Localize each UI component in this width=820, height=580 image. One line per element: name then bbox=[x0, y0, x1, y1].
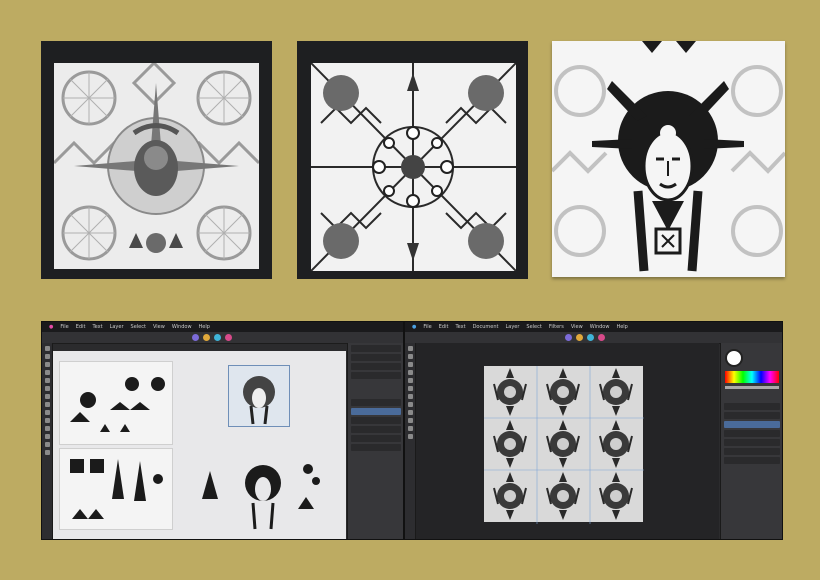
menu-item[interactable]: Select bbox=[526, 324, 541, 330]
tools-panel bbox=[405, 343, 416, 539]
layer-row[interactable] bbox=[724, 430, 780, 437]
layer-row-selected[interactable] bbox=[724, 421, 780, 428]
menu-item[interactable]: Select bbox=[131, 324, 146, 330]
panel-row[interactable] bbox=[351, 372, 401, 379]
tool-icon[interactable] bbox=[407, 378, 413, 383]
mask-thumbnail-icon bbox=[243, 376, 275, 425]
menu-bar: ● File Edit Text Layer Select View Windo… bbox=[42, 322, 403, 332]
layer-row[interactable] bbox=[724, 457, 780, 464]
layer-row[interactable] bbox=[724, 448, 780, 455]
layer-row[interactable] bbox=[351, 435, 401, 442]
artwork-tile-1[interactable] bbox=[41, 41, 272, 279]
color-layers-panel bbox=[720, 343, 782, 539]
tool-icon[interactable] bbox=[407, 434, 413, 439]
sketch-sheet[interactable] bbox=[59, 448, 173, 530]
menu-item[interactable]: Window bbox=[172, 324, 192, 330]
tool-icon[interactable] bbox=[44, 442, 50, 447]
persona-icon[interactable] bbox=[214, 334, 221, 341]
sketch-sheet[interactable] bbox=[59, 361, 173, 445]
panel-row[interactable] bbox=[351, 345, 401, 352]
menu-bar: ● File Edit Text Document Layer Select F… bbox=[405, 322, 782, 332]
menu-item[interactable]: Help bbox=[616, 324, 627, 330]
pattern-preview[interactable] bbox=[228, 365, 290, 427]
tools-panel bbox=[42, 343, 53, 539]
opacity-slider[interactable] bbox=[725, 386, 779, 389]
tool-icon[interactable] bbox=[407, 346, 413, 351]
color-spectrum[interactable] bbox=[725, 371, 779, 383]
app-logo-icon: ● bbox=[412, 324, 417, 330]
layer-row[interactable] bbox=[351, 444, 401, 451]
menu-item[interactable]: View bbox=[571, 324, 583, 330]
menu-item[interactable]: View bbox=[153, 324, 165, 330]
tool-icon[interactable] bbox=[44, 394, 50, 399]
tool-icon[interactable] bbox=[407, 402, 413, 407]
menu-item[interactable]: Edit bbox=[439, 324, 449, 330]
panel-row[interactable] bbox=[351, 399, 401, 406]
mask-figure-icon bbox=[552, 41, 785, 272]
tool-icon[interactable] bbox=[44, 402, 50, 407]
tool-icon[interactable] bbox=[407, 418, 413, 423]
tool-icon[interactable] bbox=[44, 434, 50, 439]
layer-row[interactable] bbox=[351, 426, 401, 433]
menu-item[interactable]: File bbox=[60, 324, 68, 330]
persona-icon[interactable] bbox=[576, 334, 583, 341]
artwork-tile-2[interactable] bbox=[297, 41, 528, 279]
tool-icon[interactable] bbox=[44, 362, 50, 367]
persona-icon[interactable] bbox=[203, 334, 210, 341]
design-app-screenshot-left[interactable]: ● File Edit Text Layer Select View Windo… bbox=[41, 321, 404, 540]
tool-icon[interactable] bbox=[44, 426, 50, 431]
layer-row-selected[interactable] bbox=[351, 408, 401, 415]
tool-icon[interactable] bbox=[44, 410, 50, 415]
tool-icon[interactable] bbox=[407, 426, 413, 431]
mask-elements-icon bbox=[202, 464, 320, 530]
tiled-pattern-icon bbox=[484, 366, 644, 524]
design-app-screenshot-right[interactable]: ● File Edit Text Document Layer Select F… bbox=[404, 321, 783, 540]
sketch-icon bbox=[70, 377, 165, 432]
tool-icon[interactable] bbox=[44, 378, 50, 383]
layers-panel bbox=[347, 343, 403, 539]
kaleidoscope-icon bbox=[311, 63, 516, 271]
panel-row[interactable] bbox=[351, 354, 401, 361]
tool-icon[interactable] bbox=[407, 386, 413, 391]
menu-item[interactable]: Text bbox=[455, 324, 465, 330]
persona-icon[interactable] bbox=[192, 334, 199, 341]
layer-row[interactable] bbox=[724, 403, 780, 410]
menu-item[interactable]: File bbox=[423, 324, 431, 330]
menu-item[interactable]: Window bbox=[590, 324, 610, 330]
tool-icon[interactable] bbox=[44, 370, 50, 375]
color-wheel[interactable] bbox=[725, 349, 743, 367]
layer-row[interactable] bbox=[724, 412, 780, 419]
tool-icon[interactable] bbox=[407, 394, 413, 399]
sun-mask-icon bbox=[54, 63, 259, 269]
sketch-icon bbox=[70, 459, 163, 519]
tool-icon[interactable] bbox=[44, 418, 50, 423]
persona-icon[interactable] bbox=[587, 334, 594, 341]
tool-icon[interactable] bbox=[44, 386, 50, 391]
tool-icon[interactable] bbox=[407, 370, 413, 375]
panel-row[interactable] bbox=[351, 363, 401, 370]
tool-icon[interactable] bbox=[44, 450, 50, 455]
menu-item[interactable]: Document bbox=[473, 324, 499, 330]
tool-icon[interactable] bbox=[407, 354, 413, 359]
menu-item[interactable]: Layer bbox=[505, 324, 519, 330]
persona-icon[interactable] bbox=[565, 334, 572, 341]
persona-icon[interactable] bbox=[598, 334, 605, 341]
layer-row[interactable] bbox=[724, 439, 780, 446]
artwork-tile-3[interactable] bbox=[552, 41, 785, 277]
tool-icon[interactable] bbox=[44, 354, 50, 359]
menu-item[interactable]: Help bbox=[199, 324, 210, 330]
menu-item[interactable]: Layer bbox=[110, 324, 124, 330]
tool-icon[interactable] bbox=[407, 410, 413, 415]
app-logo-icon: ● bbox=[49, 324, 54, 330]
tool-icon[interactable] bbox=[407, 362, 413, 367]
persona-icon[interactable] bbox=[225, 334, 232, 341]
menu-item[interactable]: Filters bbox=[549, 324, 564, 330]
layer-row[interactable] bbox=[351, 417, 401, 424]
menu-item[interactable]: Edit bbox=[76, 324, 86, 330]
tool-icon[interactable] bbox=[44, 346, 50, 351]
canvas[interactable] bbox=[53, 351, 346, 539]
menu-item[interactable]: Text bbox=[92, 324, 102, 330]
canvas[interactable] bbox=[416, 343, 719, 539]
